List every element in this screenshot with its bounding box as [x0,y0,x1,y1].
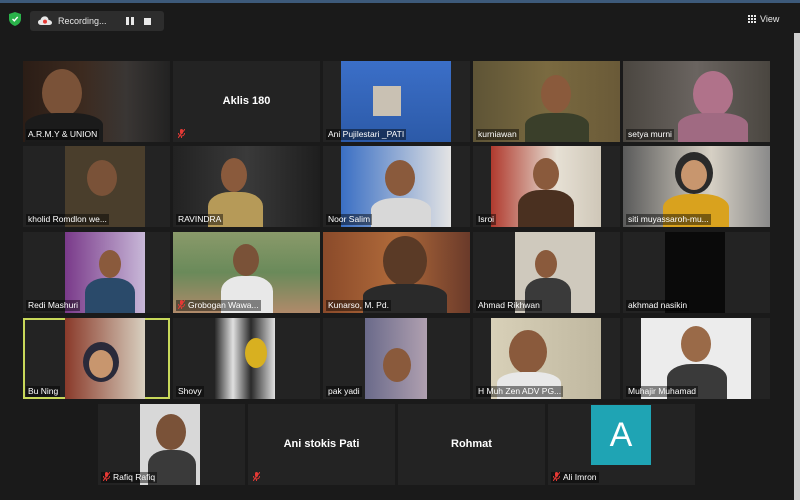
participant-tile[interactable]: Noor Salim [323,146,470,227]
muted-mic-icon [253,472,260,481]
participant-tile[interactable]: A Ali Imron [548,404,695,485]
pause-recording-button[interactable] [126,17,134,25]
participant-tile[interactable]: Grobogan Wawa... [173,232,320,313]
participant-tile[interactable]: Ani Pujilestari _PATI [323,61,470,142]
participant-tile[interactable]: Kunarso, M. Pd. [323,232,470,313]
grid-icon [748,15,756,23]
participant-name-centered: Aklis 180 [222,95,271,107]
participant-tile[interactable]: RAVINDRA [173,146,320,227]
participant-tile[interactable]: kholid Romdlon we... [23,146,170,227]
participant-name: Noor Salim [326,214,373,225]
view-button[interactable]: View [748,14,779,24]
participant-name: RAVINDRA [176,214,224,225]
muted-mic-icon [178,129,185,138]
muted-mic-icon [178,300,185,309]
participant-name: Bu Ning [26,386,61,397]
avatar: A [591,405,651,465]
participant-name: pak yadi [326,386,362,397]
recording-indicator: Recording... [30,11,164,31]
participant-name: A.R.M.Y & UNION [26,129,100,140]
participant-tile[interactable]: H Muh Zen ADV PG... [473,318,620,399]
participant-name: akhmad nasikin [626,300,690,311]
participant-name: H Muh Zen ADV PG... [476,386,564,397]
participant-name-centered: Ani stokis Pati [283,438,360,450]
participant-name: Shovy [176,386,204,397]
participant-name-centered: Rohmat [451,438,492,450]
participant-tile[interactable]: Muhajir Muhamad [623,318,770,399]
scrollbar[interactable] [794,33,800,500]
participant-tile[interactable]: kurniawan [473,61,620,142]
view-label: View [760,14,780,24]
participant-name: Ali Imron [563,472,597,482]
participant-name: Redi Mashuri [26,300,81,311]
participant-name: Ahmad Rikhwan [476,300,542,311]
participant-tile[interactable]: Isroi [473,146,620,227]
participant-name: kholid Romdlon we... [26,214,109,225]
participant-tile[interactable]: Ahmad Rikhwan [473,232,620,313]
stop-recording-button[interactable] [144,17,151,25]
participant-tile[interactable]: Rohmat [398,404,545,485]
participant-tile[interactable]: A.R.M.Y & UNION [23,61,170,142]
participant-tile[interactable]: akhmad nasikin [623,232,770,313]
muted-mic-icon [103,472,110,481]
cloud-record-icon [38,16,52,25]
participant-tile[interactable]: setya murni [623,61,770,142]
participant-tile[interactable]: Ani stokis Pati [248,404,395,485]
participant-name: Muhajir Muhamad [626,386,699,397]
participant-name: Kunarso, M. Pd. [326,300,391,311]
participant-name: siti muyassaroh-mu... [626,214,711,225]
participant-face [42,69,82,117]
participant-name: Grobogan Wawa... [188,300,259,310]
participant-name: Isroi [476,214,497,225]
shield-icon[interactable] [9,12,21,26]
recording-label: Recording... [58,16,107,26]
participant-tile-active-speaker[interactable]: Bu Ning [23,318,170,399]
top-bar: Recording... View [0,3,800,33]
participant-tile[interactable]: Rafiq Rafiq [98,404,245,485]
participant-name: Ani Pujilestari _PATI [326,129,407,140]
participant-name: kurniawan [476,129,519,140]
muted-mic-icon [553,472,560,481]
participant-name: setya murni [626,129,674,140]
participant-tile[interactable]: siti muyassaroh-mu... [623,146,770,227]
participant-name: Rafiq Rafiq [113,472,156,482]
participant-tile[interactable]: Redi Mashuri [23,232,170,313]
participant-tile[interactable]: pak yadi [323,318,470,399]
participant-tile[interactable]: Shovy [173,318,320,399]
participant-tile[interactable]: Aklis 180 [173,61,320,142]
